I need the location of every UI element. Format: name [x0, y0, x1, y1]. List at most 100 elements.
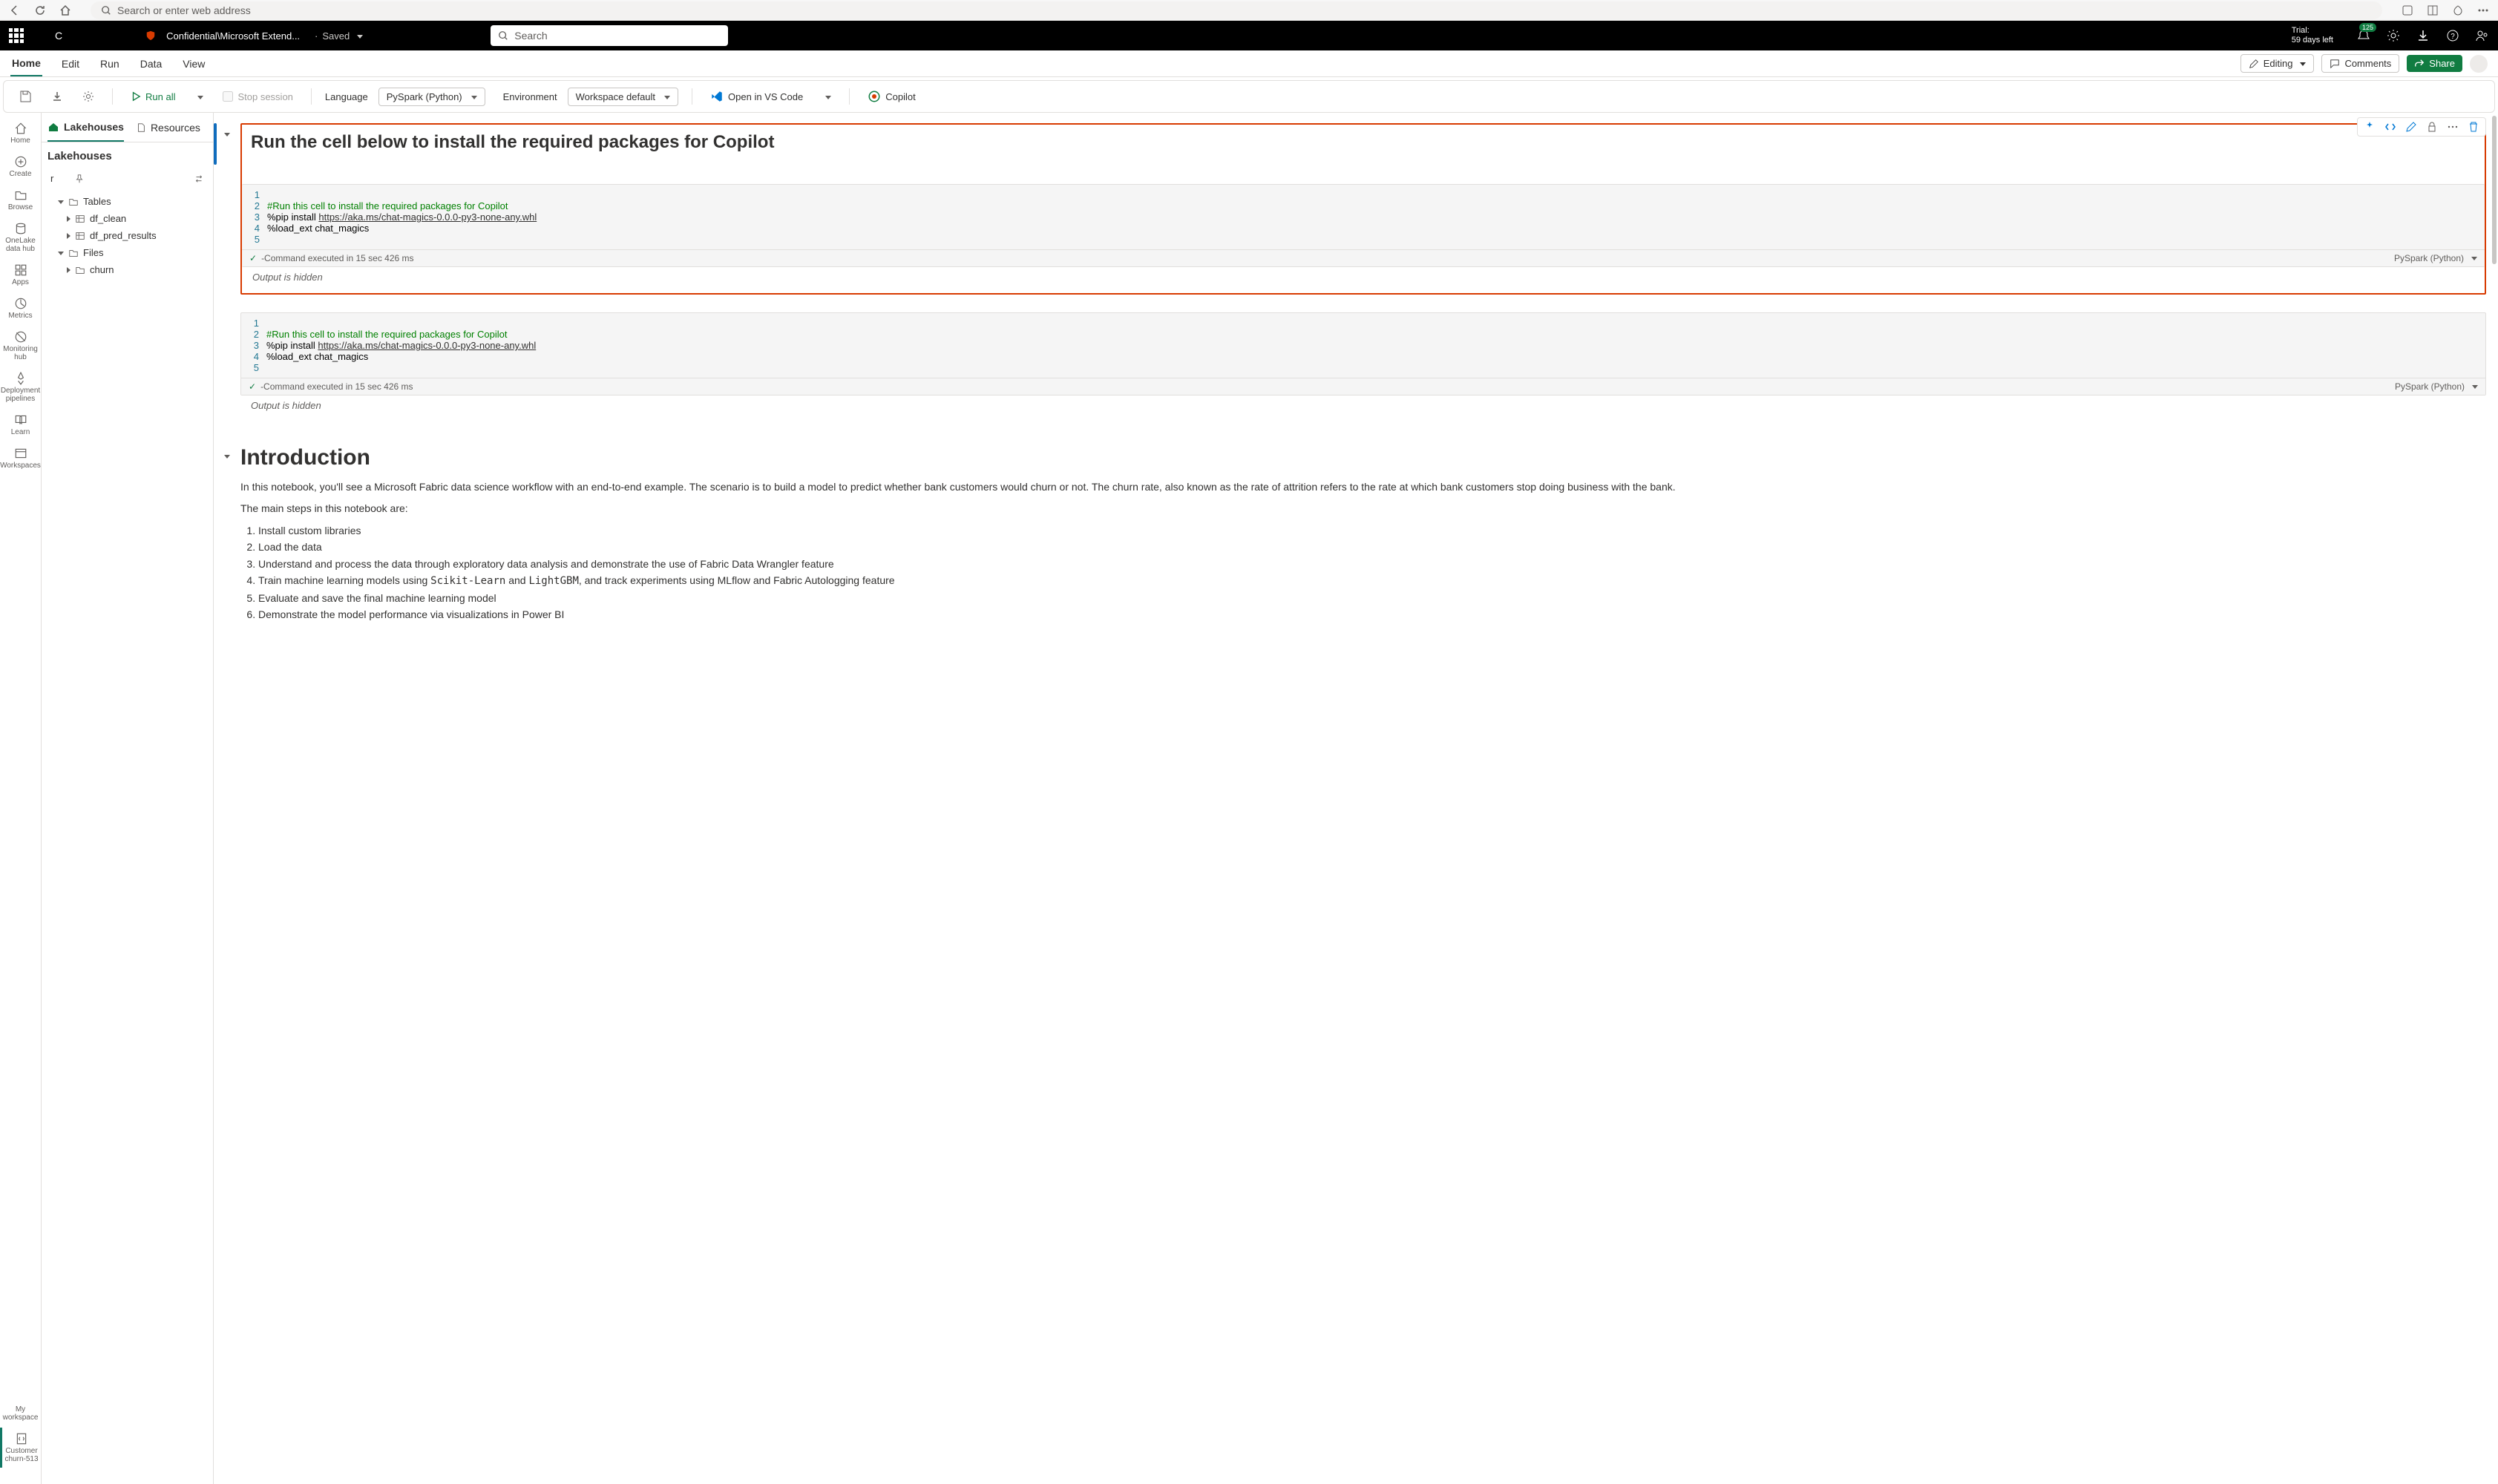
vnav-onelake[interactable]: OneLake data hub [0, 217, 41, 257]
shield-icon [145, 30, 156, 41]
save-icon[interactable] [14, 87, 36, 106]
open-vscode-button[interactable]: Open in VS Code [706, 87, 807, 106]
side-header: Lakehouses [47, 150, 207, 162]
collapse-cell-icon[interactable] [221, 128, 230, 139]
refresh-icon[interactable] [34, 4, 46, 16]
user-avatar[interactable] [2470, 55, 2488, 73]
vscode-chevron[interactable] [818, 88, 836, 105]
cell-2-group: 1 2#Run this cell to install the require… [240, 312, 2486, 416]
download-nb-icon[interactable] [47, 88, 68, 105]
vnav-deployment[interactable]: Deployment pipelines [0, 367, 41, 407]
edit-icon[interactable] [2405, 121, 2417, 133]
code-cell-1[interactable]: 1 2#Run this cell to install the require… [242, 184, 2485, 267]
comments-button[interactable]: Comments [2321, 54, 2399, 73]
ribbon-tabs: Home Edit Run Data View Editing Comments… [0, 50, 2498, 77]
exec-status-text: -Command executed in 15 sec 426 ms [261, 253, 413, 263]
notebook-content: Run the cell below to install the requir… [214, 113, 2498, 1484]
vnav-create[interactable]: Create [0, 151, 41, 183]
home-icon[interactable] [59, 4, 71, 16]
address-bar[interactable]: Search or enter web address [91, 1, 2382, 19]
share-button[interactable]: Share [2407, 55, 2462, 72]
language-label: Language [325, 91, 368, 102]
gear-icon[interactable] [78, 88, 99, 105]
vnav-learn[interactable]: Learn [0, 409, 41, 441]
env-dropdown[interactable]: Workspace default [568, 88, 678, 106]
tab-edit[interactable]: Edit [60, 52, 81, 76]
folder-icon [68, 197, 79, 207]
cell-lang-dropdown[interactable]: PySpark (Python) [2394, 253, 2477, 263]
waffle-icon[interactable] [9, 28, 24, 43]
address-placeholder: Search or enter web address [117, 4, 251, 16]
more-cell-icon[interactable] [2447, 121, 2459, 133]
table-icon [75, 231, 85, 241]
tab-home[interactable]: Home [10, 51, 42, 76]
svg-text:?: ? [2451, 33, 2455, 41]
output-hidden-1[interactable]: Output is hidden [242, 267, 2485, 287]
vnav-notebook-item[interactable]: Customer churn-513 [0, 1428, 41, 1468]
code-cell-2[interactable]: 1 2#Run this cell to install the require… [240, 312, 2486, 395]
global-search[interactable]: Search [491, 25, 728, 46]
file-icon [136, 122, 146, 133]
tab-data[interactable]: Data [139, 52, 164, 76]
doc-path[interactable]: Confidential\Microsoft Extend... [166, 30, 300, 42]
share-icon [2414, 59, 2425, 69]
language-dropdown[interactable]: PySpark (Python) [378, 88, 485, 106]
side-r-label: r [50, 173, 53, 184]
copilot-icon [868, 90, 881, 103]
help-icon[interactable]: ? [2446, 29, 2459, 42]
copilot-button[interactable]: Copilot [863, 87, 919, 106]
intro-cell: Introduction In this notebook, you'll se… [240, 445, 2486, 623]
more-icon[interactable] [2477, 4, 2489, 16]
vscode-icon [710, 90, 724, 103]
swap-icon[interactable] [194, 174, 204, 184]
vnav-workspaces[interactable]: Workspaces [0, 442, 41, 474]
back-icon[interactable] [9, 4, 21, 16]
vnav-home[interactable]: Home [0, 117, 41, 149]
lock-icon[interactable] [2426, 121, 2438, 133]
saved-indicator[interactable]: · Saved [315, 30, 363, 42]
play-icon [131, 91, 141, 102]
sidetab-lakehouses[interactable]: Lakehouses [47, 113, 124, 142]
download-icon[interactable] [2416, 29, 2430, 42]
tab-view[interactable]: View [181, 52, 206, 76]
tab-run[interactable]: Run [99, 52, 121, 76]
tree-df-pred[interactable]: df_pred_results [47, 227, 207, 244]
split-icon[interactable] [2427, 4, 2439, 16]
scrollbar[interactable] [2492, 116, 2497, 264]
notebook-toolbar: Run all Stop session Language PySpark (P… [3, 80, 2495, 113]
settings-icon[interactable] [2387, 29, 2400, 42]
sparkle-icon[interactable] [2364, 121, 2376, 133]
stop-session-button[interactable]: Stop session [218, 88, 297, 105]
vertical-nav: Home Create Browse OneLake data hub Apps… [0, 113, 42, 1484]
intro-title: Introduction [240, 445, 2486, 470]
tree-tables[interactable]: Tables [47, 193, 207, 210]
tree-files[interactable]: Files [47, 244, 207, 261]
trial-status: Trial: 59 days left [2292, 26, 2333, 45]
run-indicator [214, 123, 217, 165]
run-all-chevron[interactable] [190, 88, 208, 105]
code-icon[interactable] [2384, 121, 2396, 133]
people-icon[interactable] [2476, 29, 2489, 42]
notification-icon[interactable]: 125 [2357, 29, 2370, 42]
tree-churn[interactable]: churn [47, 261, 207, 278]
pin-icon[interactable] [74, 174, 85, 184]
search-icon [498, 30, 508, 41]
vnav-apps[interactable]: Apps [0, 259, 41, 291]
cell-1-group: Run the cell below to install the requir… [240, 123, 2486, 295]
extension-icon[interactable] [2402, 4, 2413, 16]
delete-icon[interactable] [2468, 121, 2479, 133]
vnav-monitoring[interactable]: Monitoring hub [0, 326, 41, 366]
vnav-browse[interactable]: Browse [0, 184, 41, 216]
favorites-icon[interactable] [2452, 4, 2464, 16]
cell-lang-dropdown[interactable]: PySpark (Python) [2395, 381, 2478, 392]
editing-dropdown[interactable]: Editing [2240, 54, 2315, 73]
tree-df-clean[interactable]: df_clean [47, 210, 207, 227]
sidetab-resources[interactable]: Resources [136, 113, 200, 142]
vnav-my-workspace[interactable]: My workspace [0, 1401, 41, 1426]
output-hidden-2[interactable]: Output is hidden [240, 395, 2486, 416]
collapse-intro-icon[interactable] [221, 450, 230, 462]
run-all-button[interactable]: Run all [126, 88, 180, 105]
folder-icon [75, 265, 85, 275]
intro-p2: The main steps in this notebook are: [240, 501, 2486, 516]
vnav-metrics[interactable]: Metrics [0, 292, 41, 324]
